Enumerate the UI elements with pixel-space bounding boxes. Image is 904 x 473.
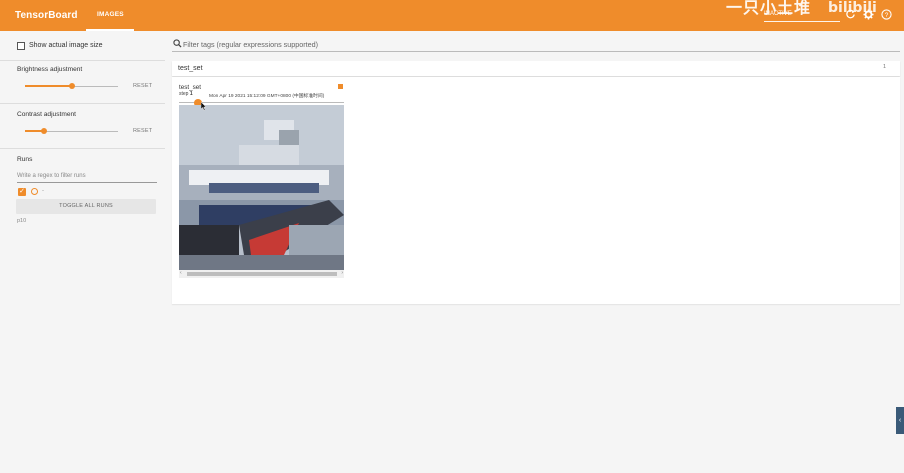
help-icon[interactable]: ? [881,9,892,20]
refresh-icon[interactable] [845,9,856,20]
run-color-circle[interactable] [31,188,38,195]
brightness-reset-button[interactable]: RESET [133,83,152,89]
divider [0,60,165,61]
runs-filter-input[interactable]: Write a regex to filter runs [17,172,157,183]
app-title: TensorBoard [15,10,78,21]
tag-pane-header[interactable]: test_set 1 [172,61,900,76]
scroll-left-arrow[interactable]: ‹ [180,270,182,276]
card-tag: test_set [179,84,202,91]
pane-title: test_set [178,65,203,72]
show-actual-size-checkbox[interactable] [17,42,25,50]
contrast-label: Contrast adjustment [17,111,77,118]
tag-filter-input[interactable]: Filter tags (regular expressions support… [183,40,730,49]
tab-images[interactable]: IMAGES [97,11,124,18]
run-name: p10 [17,218,27,224]
run-dash: - [42,188,44,194]
run-color-swatch [338,84,343,89]
card-timestamp: Mon Apr 19 2021 15:12:09 GMT+0800 (中国标准时… [209,94,325,99]
show-actual-size-label: Show actual image size [29,42,103,49]
svg-text:?: ? [885,12,889,19]
contrast-reset-button[interactable]: RESET [133,128,152,134]
ship-image [179,105,344,271]
pane-count: 1 [882,64,886,70]
divider [0,103,165,104]
scroll-thumb[interactable] [187,272,337,276]
divider [0,148,165,149]
runs-label: Runs [17,156,33,163]
sidebar: Show actual image size Brightness adjust… [0,31,165,473]
mouse-cursor-icon [201,102,207,111]
scroll-right-arrow[interactable]: › [341,270,343,276]
image-card-area: test_set step 1 Mon Apr 19 2021 15:12:09… [172,77,900,304]
top-app-bar: TensorBoard IMAGES 一只小土堆 INACTIVE bilibi… [0,0,904,31]
settings-icon[interactable] [863,9,874,20]
step-value: 1 [189,91,193,97]
search-icon [173,39,182,48]
brightness-label: Brightness adjustment [17,66,83,73]
side-panel-toggle[interactable]: ‹ [896,407,904,434]
filter-underline [172,51,900,52]
toggle-all-runs-button[interactable]: TOGGLE ALL RUNS [16,199,156,214]
main-panel: Filter tags (regular expressions support… [165,31,904,473]
inactive-select-label: INACTIVE [764,11,792,17]
run-checkbox[interactable]: ✓ [18,188,26,196]
tensor-image [179,105,344,271]
card-step: step 1 [179,91,193,97]
image-scrollbar[interactable]: ‹ › [179,270,344,278]
step-label: step [179,91,189,97]
